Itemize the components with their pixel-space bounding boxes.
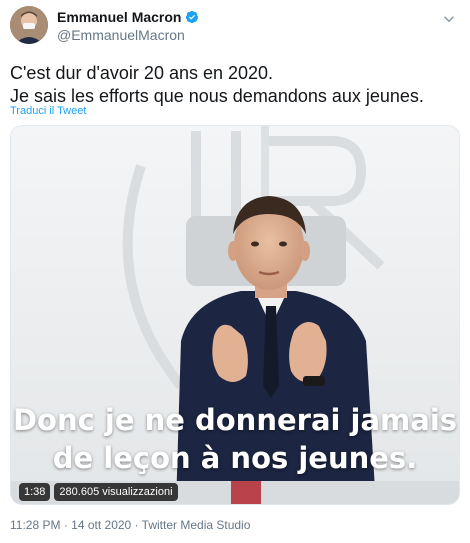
tweet-date[interactable]: 14 ott 2020 bbox=[71, 518, 131, 532]
caption-line-2: de leçon à nos jeunes. bbox=[52, 441, 418, 475]
tweet-text-line-1: C'est dur d'avoir 20 ans en 2020. bbox=[10, 63, 274, 83]
handle[interactable]: @EmmanuelMacron bbox=[57, 27, 199, 43]
duration-badge: 1:38 bbox=[19, 483, 51, 501]
tweet-meta: 11:28 PM · 14 ott 2020 · Twitter Media S… bbox=[10, 518, 250, 532]
caption-line-1: Donc je ne donnerai jamais bbox=[12, 403, 458, 437]
video-player[interactable]: Donc je ne donnerai jamais de leçon à no… bbox=[10, 125, 460, 505]
tweet-header: Emmanuel Macron @EmmanuelMacron bbox=[10, 6, 460, 46]
video-caption: Donc je ne donnerai jamais de leçon à no… bbox=[11, 401, 459, 477]
meta-separator-2: · bbox=[131, 518, 142, 532]
avatar[interactable] bbox=[10, 6, 48, 44]
chevron-down-icon[interactable] bbox=[440, 10, 458, 28]
meta-separator: · bbox=[60, 518, 72, 532]
verified-badge-icon bbox=[186, 10, 199, 24]
tweet-text: C'est dur d'avoir 20 ans en 2020. Je sai… bbox=[10, 62, 460, 108]
tweet-time[interactable]: 11:28 PM bbox=[10, 518, 60, 532]
views-badge: 280.605 visualizzazioni bbox=[54, 483, 178, 501]
display-name[interactable]: Emmanuel Macron bbox=[57, 9, 181, 25]
translate-tweet-link[interactable]: Traduci il Tweet bbox=[10, 105, 86, 117]
tweet-source[interactable]: Twitter Media Studio bbox=[142, 518, 251, 532]
